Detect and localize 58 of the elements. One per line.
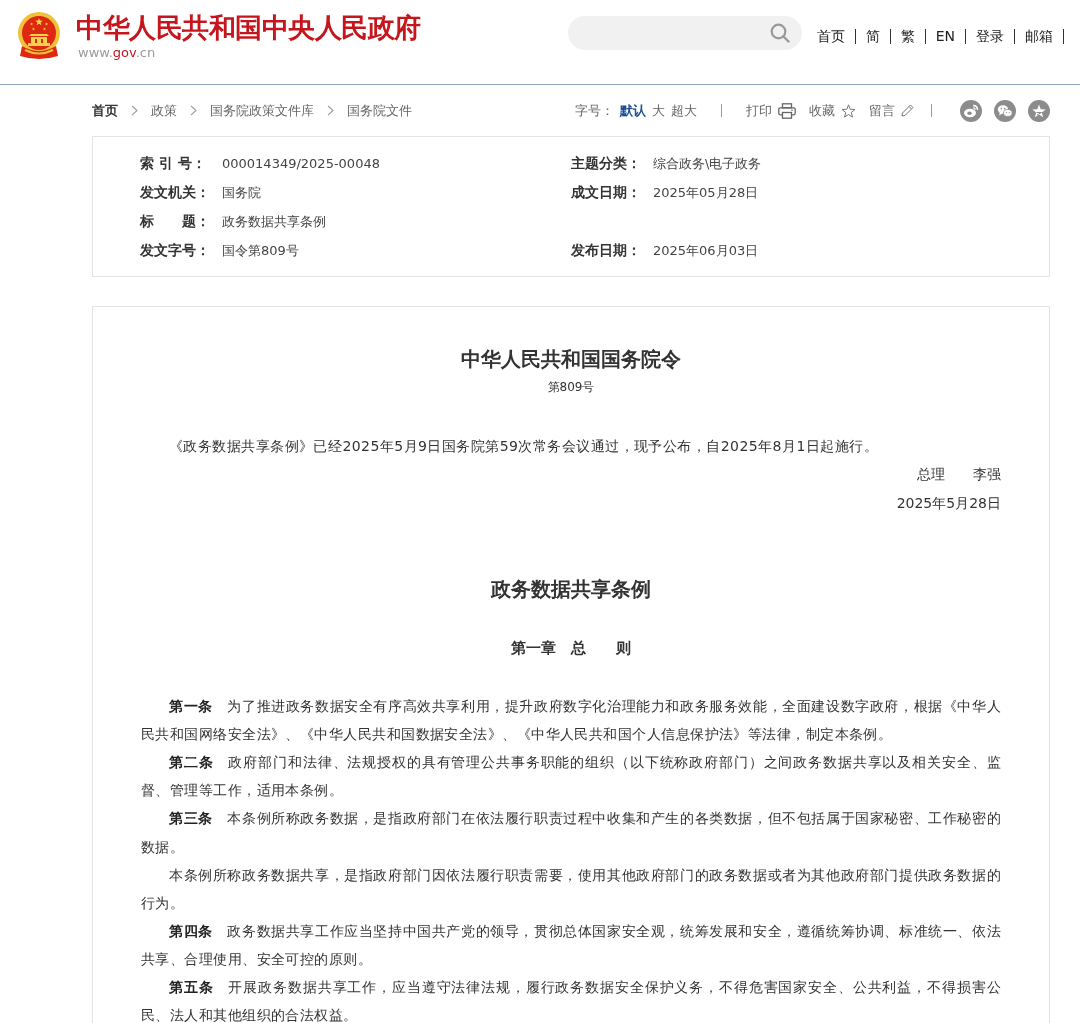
field-label: 发文机关： (140, 183, 211, 202)
field-value: 国务院 (222, 183, 261, 202)
nav-link[interactable]: EN (935, 26, 955, 46)
field-label: 主题分类： (571, 154, 642, 173)
field-value: 政务数据共享条例 (222, 212, 326, 231)
decree-number: 第809号 (546, 379, 596, 395)
article-paragraph: 第五条 开展政务数据共享工作，应当遵守法律法规，履行政务数据安全保护义务，不得危害国家安全、公共利益，不得损害公民、法人和其他组织的合法权益。 (141, 978, 1001, 1023)
article-paragraph: 第四条 政务数据共享工作应当坚持中国共产党的领导，贯彻总体国家安全观，统筹发展和安全，遵循统筹协调、标准统一、依法共享、合理使用、安全可控的原则。 (141, 921, 1001, 969)
article-paragraph: 第二条 政府部门和法律、法规授权的具有管理公共事务职能的组织（以下统称政府部门）之间政务数据共享以及相关安全、监督、管理等工作，适用本条例。 (141, 753, 1001, 801)
field-label: 发文字号： (140, 241, 211, 260)
field-label: 标 题： (140, 212, 211, 231)
font-size-label: 字号： (575, 101, 614, 120)
site-domain: www.gov.cn (78, 45, 157, 61)
field-value: 000014349/2025-00048 (222, 156, 380, 171)
field-value: 国令第809号 (222, 241, 299, 260)
comment-button[interactable]: 留言 (869, 101, 914, 120)
chevron-right-icon (190, 105, 197, 116)
field-label: 索 引 号： (140, 154, 207, 173)
chevron-right-icon (131, 105, 138, 116)
field-value: 2025年05月28日 (653, 183, 759, 202)
chevron-right-icon (327, 105, 334, 116)
weibo-icon[interactable] (960, 99, 982, 122)
field-label: 发布日期： (571, 241, 642, 260)
printer-icon (778, 102, 796, 119)
field-value: 综合政务\电子政务 (653, 154, 762, 173)
site-title[interactable]: 中华人民共和国中央人民政府 (76, 13, 421, 43)
star-icon (841, 103, 856, 118)
law-title: 政务数据共享条例 (490, 576, 652, 604)
field-label: 成文日期： (571, 183, 642, 202)
breadcrumb-link[interactable]: 首页 (92, 101, 118, 120)
search-icon[interactable] (769, 23, 790, 43)
decree-text: 《政务数据共享条例》已经2025年5月9日国务院第59次常务会议通过，现予公布，自2025年8月1日起施行。 (168, 437, 879, 456)
field-value: 2025年06月03日 (653, 241, 759, 260)
article-paragraph: 第三条 本条例所称政务数据，是指政府部门在依法履行职责过程中收集和产生的各类数据，但不包括属于国家秘密、工作秘密的数据。 (141, 809, 1001, 857)
pencil-icon (901, 104, 914, 117)
article-paragraph: 第一条 为了推进政务数据安全有序高效共享利用，提升政府数字化治理能力和政务服务效能，全面建设数字政府，根据《中华人民共和国网络安全法》、《中华人民共和国数据安全法》、《中华人民共和国个人信息保护法》等法律，制定本条例。 (141, 697, 1001, 745)
signing-date: 2025年5月28日 (895, 493, 1001, 513)
nav-link[interactable]: 邮箱 (1025, 26, 1053, 46)
print-button[interactable]: 打印 (746, 101, 796, 120)
breadcrumb-link[interactable]: 国务院政策文件库 (210, 101, 314, 120)
search-field[interactable] (567, 16, 802, 50)
nav-link[interactable]: 简 (865, 26, 880, 46)
favorite-button[interactable]: 收藏 (809, 101, 856, 120)
chapter-heading: 第一章 总 则 (510, 638, 632, 660)
signature: 总理 李强 (916, 465, 1001, 485)
nav-link[interactable]: 繁 (900, 26, 915, 46)
nav-link[interactable]: 登录 (976, 26, 1004, 46)
font-size-option[interactable]: 大 (652, 101, 665, 120)
star-circle-icon[interactable] (1028, 99, 1050, 122)
font-size-option[interactable]: 超大 (671, 101, 697, 120)
decree-title: 中华人民共和国国务院令 (460, 346, 682, 373)
article-paragraph: 本条例所称政务数据共享，是指政府部门因依法履行职责需要，使用其他政府部门的政务数据或者为其他政府部门提供政务数据的行为。 (141, 865, 1001, 913)
nav-link[interactable]: 首页 (816, 26, 845, 46)
emblem-icon (17, 12, 61, 60)
breadcrumb-link[interactable]: 国务院文件 (347, 101, 412, 120)
font-size-option[interactable]: 默认 (620, 101, 646, 120)
breadcrumb-link[interactable]: 政策 (151, 101, 177, 120)
chat-bubbles-icon[interactable] (994, 99, 1016, 122)
